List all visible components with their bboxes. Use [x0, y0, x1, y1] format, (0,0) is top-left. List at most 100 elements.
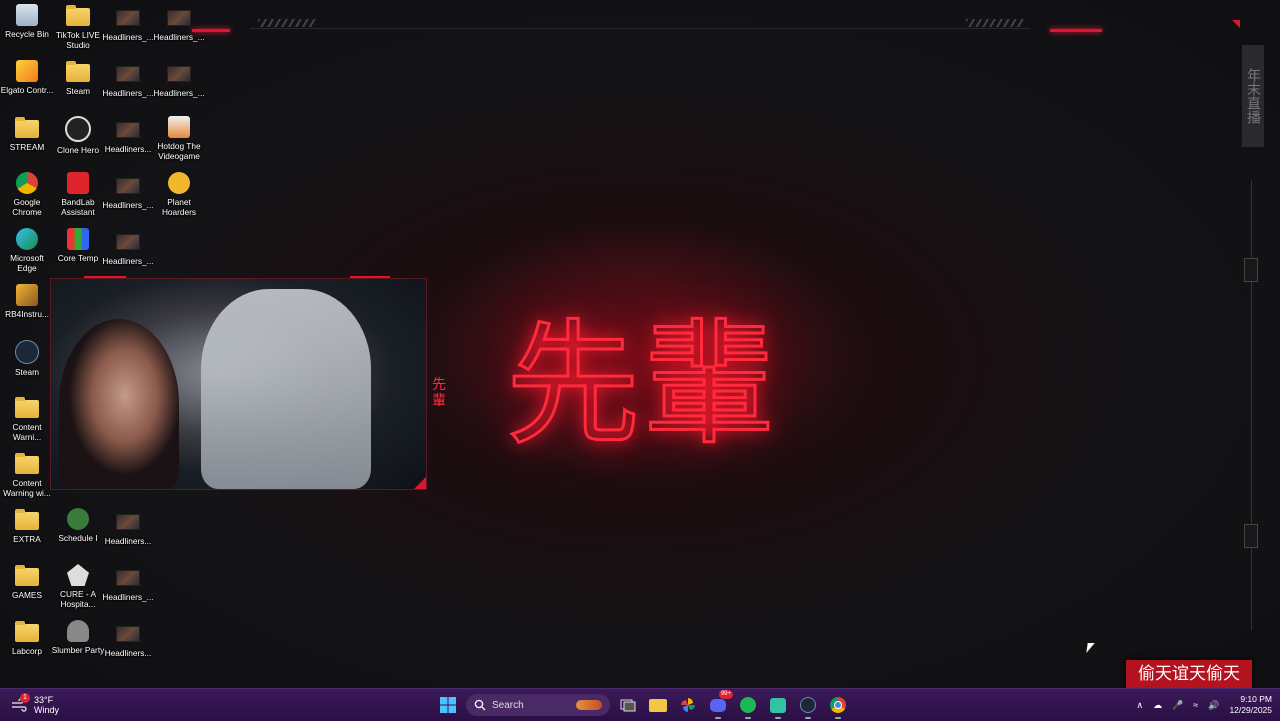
desktop-icon-label: RB4Instru... [5, 309, 49, 319]
folder-icon [15, 117, 39, 138]
desktop-icon-label: Slumber Party [51, 645, 105, 655]
desktop-icon-label: Planet Hoarders [161, 197, 197, 217]
folder-icon [15, 565, 39, 586]
desktop-icon[interactable]: STREAM [0, 116, 54, 172]
desktop-icon[interactable]: Steam [0, 340, 54, 396]
desktop-icon[interactable]: Headliners_... [101, 564, 155, 620]
taskbar: 1 33°F Windy Search 99+ ∧ ☁ 🎤 ≈ 🔊 9:10 P… [0, 688, 1280, 721]
desktop-icon[interactable]: BandLab Assistant [51, 172, 105, 228]
desktop-icon-label: Headliners_... [153, 32, 205, 42]
running-indicator [745, 717, 751, 719]
pinwheel-app-button[interactable] [676, 693, 700, 717]
desktop-icon-label: TikTok LIVE Studio [56, 30, 100, 50]
corner-triangle [1232, 20, 1240, 28]
vertical-banner: 年末直播 [1242, 45, 1264, 147]
steam-icon [15, 340, 39, 364]
webcam-top-accent [84, 276, 126, 278]
desktop-icon[interactable]: Content Warni... [0, 396, 54, 452]
desktop-icon[interactable]: Headliners... [101, 116, 155, 172]
desktop-icon-label: Headliners... [104, 536, 152, 546]
desktop-icon[interactable]: Slumber Party [51, 620, 105, 676]
file-explorer-button[interactable] [646, 693, 670, 717]
desktop-icon-label: Headliners_... [102, 32, 154, 42]
tray-overflow-chevron-icon[interactable]: ∧ [1136, 700, 1143, 711]
hatch-decoration-left [258, 19, 316, 27]
system-tray: ∧ ☁ 🎤 ≈ 🔊 9:10 PM 12/29/2025 [1136, 693, 1272, 717]
desktop-icon[interactable]: Headliners_... [101, 4, 155, 60]
webcam-background-figure [201, 289, 371, 489]
desktop-icon[interactable]: Elgato Contr... [0, 60, 54, 116]
mouse-cursor-icon [1086, 643, 1095, 653]
desktop-icon[interactable]: Labcorp [0, 620, 54, 676]
running-indicator [715, 717, 721, 719]
taskbar-search[interactable]: Search [466, 694, 610, 716]
spotify-button[interactable] [736, 693, 760, 719]
desktop-icon[interactable]: Headliners_... [101, 172, 155, 228]
desktop-icon[interactable]: EXTRA [0, 508, 54, 564]
watermark-stamp: 偷天谊天偷天 [1126, 660, 1252, 688]
neon-title: 先輩 [504, 306, 779, 465]
desktop-icon[interactable]: Headliners_... [101, 60, 155, 116]
desktop-icon[interactable]: Headliners... [101, 508, 155, 564]
search-placeholder: Search [492, 699, 524, 711]
weather-widget[interactable]: 1 33°F Windy [10, 693, 59, 717]
streamlabs-button[interactable] [766, 693, 790, 719]
clock[interactable]: 9:10 PM 12/29/2025 [1229, 694, 1272, 716]
desktop-icon[interactable]: Planet Hoarders [152, 172, 206, 228]
desktop-icon[interactable]: Hotdog The Videogame [152, 116, 206, 172]
wifi-icon[interactable]: ≈ [1193, 700, 1198, 710]
spotify-icon [740, 697, 756, 713]
chrome-icon [830, 697, 846, 713]
desktop-icon[interactable]: TikTok LIVE Studio [51, 4, 105, 60]
task-view-button[interactable] [616, 693, 640, 717]
rb4-icon [16, 284, 38, 306]
cure-icon [67, 564, 89, 586]
desktop-icon[interactable]: Clone Hero [51, 116, 105, 172]
image-thumb-icon [116, 234, 140, 250]
edge-icon [16, 228, 38, 250]
desktop-icon[interactable]: Content Warning wi... [0, 452, 54, 508]
desktop-icon[interactable]: Headliners_... [152, 60, 206, 116]
desktop-icon-label: Headliners_... [102, 200, 154, 210]
desktop-icon-label: EXTRA [13, 534, 41, 544]
onedrive-cloud-icon[interactable]: ☁ [1153, 700, 1162, 711]
slumber-party-icon [67, 620, 89, 642]
desktop-icon-label: GAMES [12, 590, 42, 600]
pinwheel-icon [681, 698, 695, 712]
desktop-icon[interactable]: Recycle Bin [0, 4, 54, 60]
discord-button[interactable]: 99+ [706, 690, 733, 719]
desktop-icon[interactable]: Headliners... [101, 620, 155, 676]
image-thumb-icon [116, 10, 140, 26]
chrome-taskbar-button[interactable] [826, 693, 850, 719]
rail-tag-bottom [1244, 524, 1258, 548]
red-accent-right [1050, 29, 1102, 32]
desktop-icon-label: Labcorp [12, 646, 42, 656]
start-button[interactable] [436, 693, 460, 717]
top-frame-line [250, 28, 1030, 35]
desktop-icon[interactable]: RB4Instru... [0, 284, 54, 340]
folder-icon [66, 61, 90, 82]
desktop-icon-label: Hotdog The Videogame [157, 141, 201, 161]
desktop-icon[interactable]: Steam [51, 60, 105, 116]
desktop-icon[interactable]: Headliners_... [152, 4, 206, 60]
desktop-icon[interactable]: CURE - A Hospita... [51, 564, 105, 620]
image-thumb-icon [167, 66, 191, 82]
steam-taskbar-button[interactable] [796, 693, 820, 719]
volume-icon[interactable]: 🔊 [1208, 700, 1219, 711]
steam-icon [800, 697, 816, 713]
desktop-icon[interactable]: Microsoft Edge [0, 228, 54, 284]
desktop-icon[interactable]: Schedule I [51, 508, 105, 564]
windows-logo-icon [440, 697, 456, 713]
image-thumb-icon [116, 626, 140, 642]
desktop-icon[interactable]: GAMES [0, 564, 54, 620]
task-view-icon [620, 699, 636, 712]
folder-icon [15, 397, 39, 418]
search-icon [474, 699, 486, 711]
search-highlight-icon [576, 700, 602, 710]
bandlab-icon [67, 172, 89, 194]
discord-badge: 99+ [718, 690, 733, 699]
microphone-icon[interactable]: 🎤 [1172, 700, 1183, 711]
clock-time: 9:10 PM [1240, 694, 1272, 704]
desktop-icon[interactable]: Google Chrome [0, 172, 54, 228]
image-thumb-icon [116, 178, 140, 194]
